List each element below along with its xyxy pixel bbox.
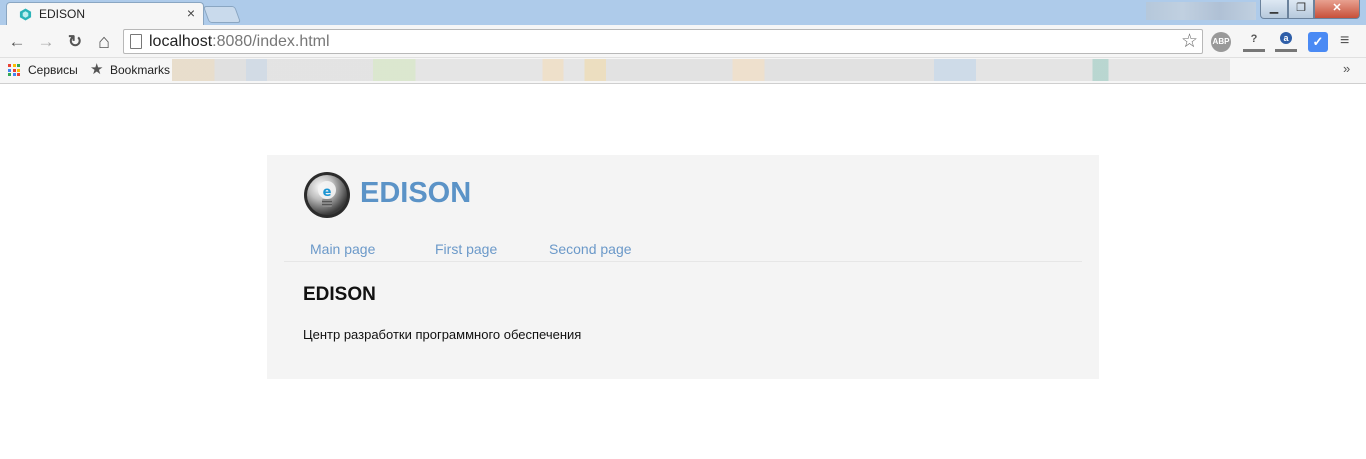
site-navigation: Main page First page Second page xyxy=(284,240,1082,262)
bookmarks-star-icon: ★ xyxy=(90,61,104,78)
url-text[interactable]: localhost:8080/index.html xyxy=(149,33,330,51)
url-path: :8080/index.html xyxy=(212,33,330,50)
tab-title: EDISON xyxy=(39,7,86,21)
bookmark-star-icon[interactable]: ☆ xyxy=(1181,30,1198,53)
browser-tab-active[interactable]: EDISON × xyxy=(6,2,204,25)
url-host: localhost xyxy=(149,33,213,50)
hexagon-favicon-icon xyxy=(19,8,32,21)
bookmarks-bar: Сервисы ★ Bookmarks » xyxy=(0,58,1366,84)
a-extension-badge: a xyxy=(1280,32,1292,44)
bookmark-folder-bookmarks[interactable]: Bookmarks xyxy=(110,63,170,77)
nav-link-second-page[interactable]: Second page xyxy=(549,241,632,257)
new-tab-button[interactable] xyxy=(202,6,242,23)
back-arrow-icon[interactable]: ← xyxy=(6,31,28,53)
browser-toolbar: ← → ↻ ⌂ localhost:8080/index.html ☆ ABP … xyxy=(0,25,1366,58)
reload-icon[interactable]: ↻ xyxy=(64,31,86,53)
address-bar[interactable]: localhost:8080/index.html ☆ xyxy=(123,29,1203,54)
tab-close-icon[interactable]: × xyxy=(187,5,195,21)
page-heading: EDISON xyxy=(303,284,376,305)
lightbulb-logo-icon[interactable]: e xyxy=(303,171,351,219)
profile-area xyxy=(1146,2,1256,20)
brand-title[interactable]: EDISON xyxy=(360,177,471,210)
a-extension-icon[interactable]: a xyxy=(1275,32,1297,52)
browser-titlebar: EDISON × ▁ ❐ ✕ xyxy=(0,0,1366,25)
bookmark-items-blurred[interactable] xyxy=(172,59,1230,81)
window-close-button[interactable]: ✕ xyxy=(1314,0,1360,19)
forward-arrow-icon[interactable]: → xyxy=(35,31,57,53)
maximize-button[interactable]: ❐ xyxy=(1288,0,1314,19)
nav-link-first-page[interactable]: First page xyxy=(435,241,497,257)
nav-link-main-page[interactable]: Main page xyxy=(310,241,375,257)
adblock-extension-icon[interactable]: ABP xyxy=(1211,32,1231,52)
svg-text:e: e xyxy=(323,185,332,200)
question-extension-icon[interactable]: ? xyxy=(1243,32,1265,52)
page-icon xyxy=(130,34,142,49)
page-container: e EDISON Main page First page Second pag… xyxy=(267,155,1099,379)
home-icon[interactable]: ⌂ xyxy=(93,31,115,53)
bookmarks-more-icon[interactable]: » xyxy=(1343,61,1350,76)
check-extension-icon[interactable]: ✓ xyxy=(1308,32,1328,52)
page-description: Центр разработки программного обеспечени… xyxy=(303,327,582,342)
minimize-button[interactable]: ▁ xyxy=(1260,0,1288,19)
apps-grid-icon[interactable] xyxy=(8,64,20,76)
browser-menu-icon[interactable]: ≡ xyxy=(1340,32,1349,50)
bookmark-services[interactable]: Сервисы xyxy=(28,63,78,77)
